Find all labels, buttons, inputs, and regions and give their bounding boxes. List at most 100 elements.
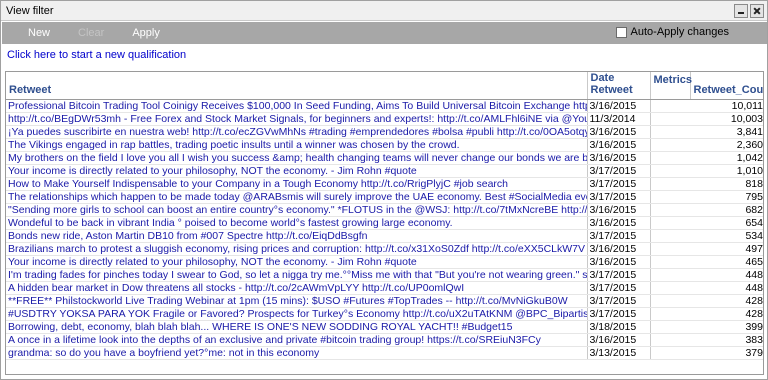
metrics-cell bbox=[650, 346, 690, 360]
auto-apply-toggle[interactable]: Auto-Apply changes bbox=[615, 26, 729, 38]
retweet-cell: Your income is directly related to your … bbox=[6, 164, 588, 178]
date-cell: 3/17/2015 bbox=[587, 229, 651, 243]
metrics-cell bbox=[650, 138, 690, 152]
title-bar: View filter bbox=[1, 1, 767, 21]
date-cell: 3/16/2015 bbox=[587, 216, 651, 230]
count-cell: 448 bbox=[690, 281, 763, 295]
count-cell: 534 bbox=[690, 229, 763, 243]
date-cell: 3/16/2015 bbox=[587, 138, 651, 152]
table-row[interactable]: grandma: so do you have a boyfriend yet?… bbox=[6, 346, 763, 360]
count-cell: 399 bbox=[690, 320, 763, 334]
count-cell: 818 bbox=[690, 177, 763, 191]
date-cell: 3/16/2015 bbox=[587, 255, 651, 269]
count-cell: 2,360 bbox=[690, 138, 763, 152]
table-row[interactable]: The relationships which happen to be mad… bbox=[6, 190, 763, 204]
new-qualification-link[interactable]: Click here to start a new qualification bbox=[7, 49, 186, 61]
results-table: Retweet Date Retweet Metrics Retweet_Cou… bbox=[6, 72, 763, 360]
metrics-cell bbox=[650, 307, 690, 321]
count-cell: 654 bbox=[690, 216, 763, 230]
close-icon[interactable] bbox=[750, 4, 764, 18]
date-cell: 3/16/2015 bbox=[587, 99, 651, 113]
date-cell: 3/17/2015 bbox=[587, 268, 651, 282]
metrics-cell bbox=[650, 177, 690, 191]
clear-button[interactable]: Clear bbox=[64, 22, 118, 44]
metrics-cell bbox=[650, 164, 690, 178]
retweet-cell: Your income is directly related to your … bbox=[6, 255, 588, 269]
retweet-cell: A once in a lifetime look into the depth… bbox=[6, 333, 588, 347]
retweet-cell: Borrowing, debt, economy, blah blah blah… bbox=[6, 320, 588, 334]
date-cell: 3/17/2015 bbox=[587, 294, 651, 308]
retweet-cell: grandma: so do you have a boyfriend yet?… bbox=[6, 346, 588, 360]
retweet-cell: I'm trading fades for pinches today I sw… bbox=[6, 268, 588, 282]
metrics-cell bbox=[650, 229, 690, 243]
table-row[interactable]: Bonds new ride, Aston Martin DB10 from #… bbox=[6, 229, 763, 243]
header-metrics: Metrics bbox=[650, 72, 692, 100]
table-row[interactable]: Professional Bitcoin Trading Tool Coinig… bbox=[6, 99, 763, 113]
table-row[interactable]: ¡Ya puedes suscribirte en nuestra web! h… bbox=[6, 125, 763, 139]
date-cell: 3/16/2015 bbox=[587, 333, 651, 347]
date-cell: 3/16/2015 bbox=[587, 125, 651, 139]
window-title: View filter bbox=[6, 4, 54, 17]
table-row[interactable]: A hidden bear market in Dow threatens al… bbox=[6, 281, 763, 295]
metrics-cell bbox=[650, 99, 690, 113]
count-cell: 3,841 bbox=[690, 125, 763, 139]
table-row[interactable]: Borrowing, debt, economy, blah blah blah… bbox=[6, 320, 763, 334]
retweet-cell: The Vikings engaged in rap battles, trad… bbox=[6, 138, 588, 152]
header-date-retweet[interactable]: Date Retweet bbox=[587, 72, 651, 100]
auto-apply-label: Auto-Apply changes bbox=[630, 26, 729, 38]
table-row[interactable]: I'm trading fades for pinches today I sw… bbox=[6, 268, 763, 282]
retweet-cell: ¡Ya puedes suscribirte en nuestra web! h… bbox=[6, 125, 588, 139]
metrics-cell bbox=[650, 281, 690, 295]
retweet-cell: **FREE** Philstockworld Live Trading Web… bbox=[6, 294, 588, 308]
table-row[interactable]: **FREE** Philstockworld Live Trading Web… bbox=[6, 294, 763, 308]
table-row[interactable]: "Sending more girls to school can boost … bbox=[6, 203, 763, 217]
count-cell: 10,011 bbox=[690, 99, 763, 113]
table-row[interactable]: Your income is directly related to your … bbox=[6, 164, 763, 178]
retweet-cell: The relationships which happen to be mad… bbox=[6, 190, 588, 204]
table-row[interactable]: Brazilians march to protest a sluggish e… bbox=[6, 242, 763, 256]
count-cell: 795 bbox=[690, 190, 763, 204]
metrics-cell bbox=[650, 216, 690, 230]
count-cell: 428 bbox=[690, 294, 763, 308]
table-row[interactable]: http://t.co/BEgDWr53mh - Free Forex and … bbox=[6, 112, 763, 126]
minimize-icon[interactable] bbox=[734, 4, 748, 18]
metrics-cell bbox=[650, 125, 690, 139]
table-row[interactable]: Wondeful to be back in vibrant India ° p… bbox=[6, 216, 763, 230]
count-cell: 428 bbox=[690, 307, 763, 321]
auto-apply-checkbox[interactable] bbox=[615, 26, 627, 38]
header-retweet[interactable]: Retweet bbox=[6, 72, 588, 100]
count-cell: 1,042 bbox=[690, 151, 763, 165]
date-cell: 3/16/2015 bbox=[587, 151, 651, 165]
date-cell: 3/17/2015 bbox=[587, 190, 651, 204]
count-cell: 1,010 bbox=[690, 164, 763, 178]
table-row[interactable]: Your income is directly related to your … bbox=[6, 255, 763, 269]
date-cell: 3/17/2015 bbox=[587, 281, 651, 295]
results-grid[interactable]: Retweet Date Retweet Metrics Retweet_Cou… bbox=[5, 71, 764, 375]
retweet-cell: Bonds new ride, Aston Martin DB10 from #… bbox=[6, 229, 588, 243]
view-filter-panel: View filter New Clear Apply Auto-Apply c… bbox=[0, 0, 768, 380]
date-cell: 3/16/2015 bbox=[587, 203, 651, 217]
date-cell: 3/18/2015 bbox=[587, 320, 651, 334]
date-cell: 3/17/2015 bbox=[587, 177, 651, 191]
table-row[interactable]: How to Make Yourself Indispensable to yo… bbox=[6, 177, 763, 191]
date-cell: 3/17/2015 bbox=[587, 164, 651, 178]
count-cell: 379 bbox=[690, 346, 763, 360]
table-row[interactable]: My brothers on the field I love you all … bbox=[6, 151, 763, 165]
count-cell: 497 bbox=[690, 242, 763, 256]
count-cell: 383 bbox=[690, 333, 763, 347]
retweet-cell: http://t.co/BEgDWr53mh - Free Forex and … bbox=[6, 112, 588, 126]
retweet-cell: Wondeful to be back in vibrant India ° p… bbox=[6, 216, 588, 230]
window-controls bbox=[734, 4, 764, 18]
retweet-cell: #USDTRY YOKSA PARA YOK Fragile or Favore… bbox=[6, 307, 588, 321]
table-row[interactable]: The Vikings engaged in rap battles, trad… bbox=[6, 138, 763, 152]
header-retweet-count[interactable]: Retweet_Count bbox=[689, 72, 763, 100]
metrics-cell bbox=[650, 242, 690, 256]
apply-button[interactable]: Apply bbox=[118, 22, 174, 44]
metrics-cell bbox=[650, 294, 690, 308]
metrics-cell bbox=[650, 112, 690, 126]
table-row[interactable]: #USDTRY YOKSA PARA YOK Fragile or Favore… bbox=[6, 307, 763, 321]
table-row[interactable]: A once in a lifetime look into the depth… bbox=[6, 333, 763, 347]
retweet-cell: A hidden bear market in Dow threatens al… bbox=[6, 281, 588, 295]
new-button[interactable]: New bbox=[2, 22, 64, 44]
count-cell: 10,003 bbox=[690, 112, 763, 126]
